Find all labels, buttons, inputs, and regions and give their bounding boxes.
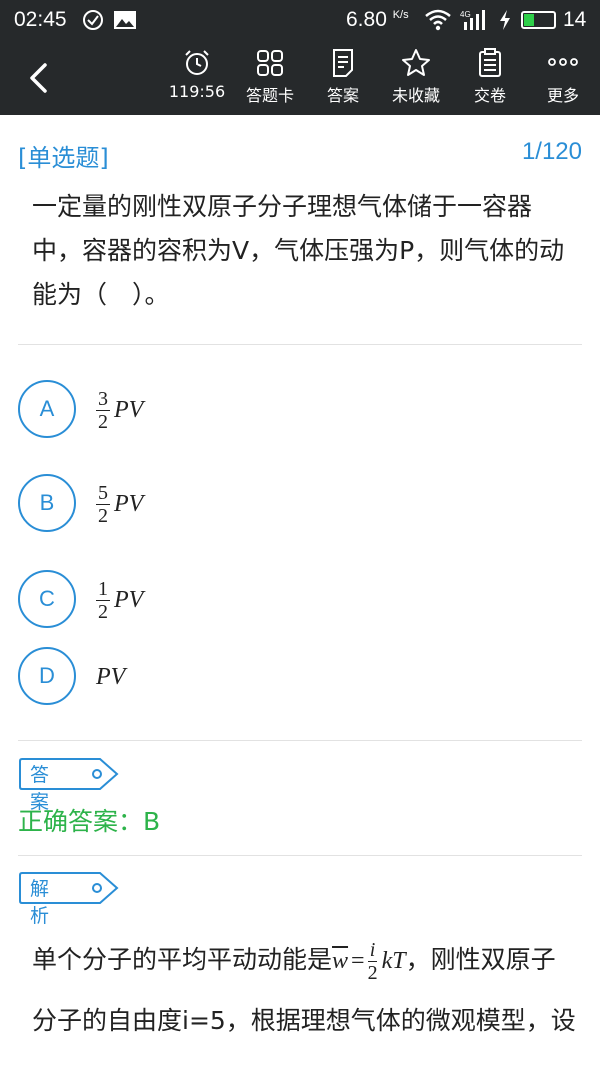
option-letter: B: [18, 474, 76, 532]
answer-label: 答案: [326, 86, 359, 105]
option-b[interactable]: B 52 PV: [18, 474, 578, 534]
analysis-text: 单个分子的平均平动动能是 w = i 2 kT ，刚性双原子分子的自由度i=5，根据理想气体…: [32, 930, 580, 1067]
status-bar: 02:45 6.80 K/s 4G 14: [0, 0, 600, 40]
answer-button[interactable]: 答案: [303, 48, 383, 110]
option-formula: 12 PV: [96, 577, 144, 623]
top-bar: 02:45 6.80 K/s 4G 14 119:56 答题卡 答案 未收藏 交…: [0, 0, 600, 115]
back-button[interactable]: [20, 58, 60, 98]
battery-icon: [521, 11, 556, 29]
question-index: 1/120: [521, 138, 582, 165]
favorite-button[interactable]: 未收藏: [376, 48, 456, 110]
more-button[interactable]: 更多: [523, 48, 600, 110]
divider: [18, 740, 582, 741]
question-text: 一定量的刚性双原子分子理想气体储于一容器中，容器的容积为V，气体压强为P，则气体…: [32, 192, 565, 309]
option-a[interactable]: A 32 PV: [18, 380, 578, 440]
favorite-label: 未收藏: [391, 86, 440, 105]
signal-icon: 4G: [460, 9, 490, 36]
option-letter: C: [18, 570, 76, 628]
alarm-clock-icon: [185, 50, 209, 75]
option-formula: 52 PV: [96, 481, 144, 527]
answer-card-button[interactable]: 答题卡: [230, 48, 310, 110]
star-icon: [402, 49, 430, 76]
divider: [18, 344, 582, 345]
timer-label: 119:56: [168, 82, 226, 101]
svg-text:4G: 4G: [460, 10, 471, 19]
clipboard-icon: [479, 48, 501, 77]
option-formula: PV: [96, 663, 126, 690]
option-d[interactable]: D PV: [18, 647, 578, 707]
inline-formula: w = i 2 kT: [332, 938, 406, 984]
option-letter: A: [18, 380, 76, 438]
answer-card-label: 答题卡: [245, 86, 294, 105]
option-c[interactable]: C 12 PV: [18, 570, 578, 630]
option-letter: D: [18, 647, 76, 705]
submit-button[interactable]: 交卷: [450, 48, 530, 110]
divider: [18, 855, 582, 856]
grid-icon: [257, 50, 283, 76]
status-time: 02:45: [14, 8, 67, 31]
timer-button[interactable]: 119:56: [157, 48, 237, 110]
image-icon: [113, 9, 137, 36]
check-circle-icon: [82, 9, 104, 36]
wifi-icon: [424, 9, 452, 36]
more-dots-icon: [548, 58, 578, 66]
correct-answer: 正确答案：B: [18, 807, 161, 836]
network-speed: 6.80 K/s: [346, 8, 409, 31]
option-formula: 32 PV: [96, 387, 144, 433]
charging-icon: [498, 9, 512, 36]
more-label: 更多: [546, 86, 579, 105]
question-type: [单选题]: [18, 144, 109, 172]
submit-label: 交卷: [473, 86, 506, 105]
battery-level: 14: [563, 8, 587, 31]
app-bar: 119:56 答题卡 答案 未收藏 交卷 更多: [0, 40, 600, 115]
document-icon: [333, 49, 353, 77]
